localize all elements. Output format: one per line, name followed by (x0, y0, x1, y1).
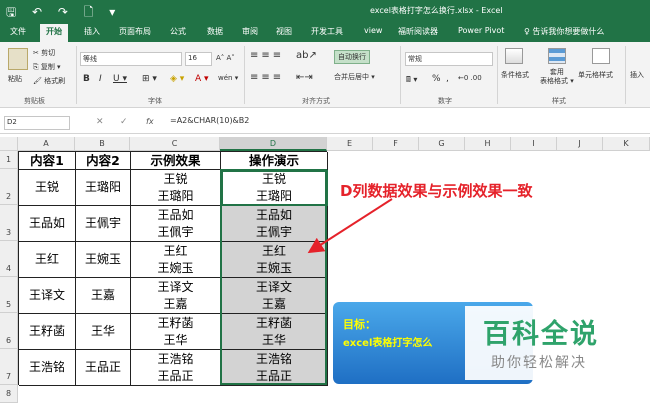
watermark-logo: 百科全说 助你轻松解决 (465, 306, 625, 380)
watermark-brand: 百科全说 (483, 319, 599, 350)
banner-title: 目标： (343, 318, 376, 331)
watermark-slogan: 助你轻松解决 (491, 355, 587, 371)
banner-subtitle: excel表格打字怎么 (343, 338, 433, 349)
callout-text: D列数据效果与示例效果一致 (340, 182, 533, 200)
